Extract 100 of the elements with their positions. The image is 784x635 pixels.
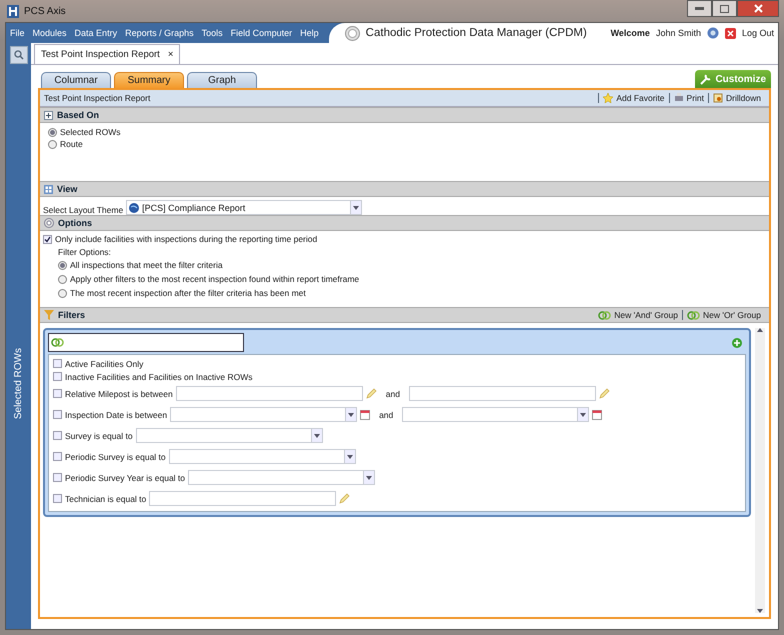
document-tab[interactable]: Test Point Inspection Report × bbox=[34, 44, 180, 64]
dropdown-arrow-icon[interactable] bbox=[348, 412, 354, 416]
minimize-icon bbox=[695, 7, 704, 10]
dropdown-field[interactable] bbox=[136, 428, 323, 443]
group-operator-icon[interactable] bbox=[51, 338, 64, 347]
wrench-icon bbox=[700, 74, 712, 84]
group-action[interactable]: New 'And' Group bbox=[594, 310, 682, 320]
toolbar-action[interactable]: Print bbox=[668, 93, 708, 103]
menu-item[interactable]: Help bbox=[296, 28, 323, 38]
linked-rings-icon bbox=[598, 310, 612, 320]
add-icon[interactable] bbox=[732, 338, 742, 348]
theme-label: Select Layout Theme bbox=[43, 205, 124, 215]
calendar-icon[interactable] bbox=[360, 410, 370, 420]
expand-icon[interactable] bbox=[44, 110, 53, 120]
and-label: and bbox=[386, 388, 400, 398]
app-emblem-icon bbox=[344, 26, 360, 40]
search-icon bbox=[14, 50, 24, 60]
radio-button[interactable] bbox=[58, 288, 67, 298]
calendar-icon[interactable] bbox=[592, 410, 602, 420]
logout-icon[interactable] bbox=[724, 28, 736, 38]
check-mark-icon bbox=[44, 236, 51, 242]
radio-button[interactable] bbox=[48, 128, 57, 136]
gear-icon bbox=[44, 218, 54, 228]
and-label: and bbox=[379, 410, 394, 420]
checkbox-label: Only include facilities with inspections during the reporting time period bbox=[55, 234, 318, 244]
view-tab[interactable]: Columnar bbox=[41, 72, 111, 88]
filter-label: Inspection Date is between bbox=[65, 410, 168, 420]
globe-icon bbox=[129, 202, 140, 212]
dropdown-arrow-icon[interactable] bbox=[366, 476, 372, 480]
radio-label: Route bbox=[60, 139, 83, 149]
pencil-icon[interactable] bbox=[339, 493, 350, 504]
dropdown-arrow-icon[interactable] bbox=[580, 412, 586, 416]
radio-label: All inspections that meet the filter criteria bbox=[70, 260, 223, 270]
filter-label: Inactive Facilities and Facilities on Inactive ROWs bbox=[65, 372, 253, 382]
checkbox[interactable] bbox=[53, 410, 62, 419]
close-button[interactable] bbox=[737, 0, 779, 17]
pencil-icon[interactable] bbox=[598, 388, 610, 399]
linked-rings-icon bbox=[686, 310, 700, 320]
grid-icon bbox=[44, 184, 53, 194]
dropdown-field[interactable] bbox=[170, 407, 358, 422]
radio-label: Selected ROWs bbox=[60, 127, 120, 137]
checkbox[interactable] bbox=[53, 389, 62, 398]
theme-dropdown[interactable]: [PCS] Compliance Report bbox=[126, 200, 362, 215]
menu-item[interactable]: File bbox=[6, 28, 29, 38]
radio-label: The most recent inspection after the filter criteria has been met bbox=[70, 288, 306, 298]
filter-options-label: Filter Options: bbox=[57, 247, 112, 257]
maximize-button[interactable] bbox=[712, 0, 737, 17]
side-panel-tab[interactable]: Selected ROWs bbox=[13, 348, 24, 419]
dropdown-arrow-icon[interactable] bbox=[353, 206, 360, 210]
app-title: Cathodic Protection Data Manager (CPDM) bbox=[366, 27, 587, 39]
view-tab[interactable]: Summary bbox=[114, 72, 184, 88]
section-header: Options bbox=[40, 215, 769, 231]
help-icon[interactable] bbox=[706, 27, 719, 39]
scrollbar[interactable] bbox=[755, 328, 765, 613]
input-field[interactable] bbox=[408, 386, 596, 401]
search-button[interactable] bbox=[10, 46, 28, 64]
toolbar-action[interactable]: Drilldown bbox=[708, 93, 765, 103]
group-name-field[interactable] bbox=[48, 333, 244, 352]
scroll-up-icon[interactable] bbox=[757, 328, 763, 332]
report-title: Test Point Inspection Report bbox=[44, 93, 150, 103]
drilldown-icon bbox=[713, 93, 724, 103]
toolbar-action[interactable]: Add Favorite bbox=[598, 93, 669, 103]
minimize-button[interactable] bbox=[687, 0, 712, 17]
dropdown-field[interactable] bbox=[168, 449, 356, 464]
dropdown-field[interactable] bbox=[402, 407, 590, 422]
filter-label: Relative Milepost is between bbox=[65, 388, 173, 398]
pencil-icon[interactable] bbox=[366, 388, 377, 399]
scroll-down-icon[interactable] bbox=[757, 609, 763, 613]
dropdown-arrow-icon[interactable] bbox=[314, 434, 320, 438]
logout-link[interactable]: Log Out bbox=[742, 28, 774, 38]
checkbox[interactable] bbox=[53, 431, 62, 440]
input-field[interactable] bbox=[176, 386, 363, 401]
group-action[interactable]: New 'Or' Group bbox=[682, 310, 765, 320]
menu-item[interactable]: Data Entry bbox=[70, 28, 122, 38]
radio-button[interactable] bbox=[58, 274, 67, 284]
filter-label: Technician is equal to bbox=[65, 494, 146, 504]
user-name: John Smith bbox=[656, 28, 701, 38]
close-tab-button[interactable]: × bbox=[168, 49, 174, 60]
menu-item[interactable]: Reports / Graphs bbox=[121, 28, 198, 38]
checkbox[interactable] bbox=[53, 452, 62, 461]
dropdown-field[interactable] bbox=[188, 470, 376, 485]
filter-label: Periodic Survey is equal to bbox=[65, 452, 166, 462]
checkbox[interactable] bbox=[53, 473, 62, 482]
filter-label: Periodic Survey Year is equal to bbox=[65, 472, 186, 482]
checkbox[interactable] bbox=[53, 372, 62, 381]
view-tab[interactable]: Graph bbox=[187, 72, 257, 88]
menu-item[interactable]: Field Computer bbox=[226, 28, 296, 38]
menu-item[interactable]: Tools bbox=[198, 28, 227, 38]
radio-label: Apply other filters to the most recent inspection found within report timeframe bbox=[70, 274, 360, 284]
checkbox[interactable] bbox=[53, 494, 62, 503]
funnel-icon bbox=[44, 310, 54, 320]
checkbox[interactable] bbox=[53, 359, 62, 368]
radio-button[interactable] bbox=[48, 140, 57, 148]
radio-button[interactable] bbox=[58, 260, 67, 270]
checkbox[interactable] bbox=[43, 234, 52, 244]
close-icon bbox=[754, 4, 762, 13]
menu-item[interactable]: Modules bbox=[28, 28, 71, 38]
input-field[interactable] bbox=[149, 491, 336, 506]
welcome-label: Welcome bbox=[610, 28, 650, 38]
dropdown-arrow-icon[interactable] bbox=[346, 454, 353, 458]
